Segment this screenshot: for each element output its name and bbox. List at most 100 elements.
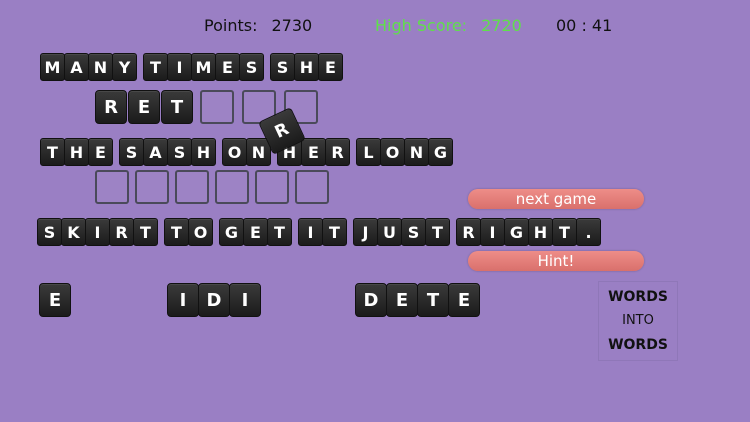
letter-tile: S: [119, 138, 144, 166]
letter-tile: S: [37, 218, 62, 246]
letter-tile: Y: [112, 53, 137, 81]
letter-tile: E: [318, 53, 343, 81]
letter-tile: G: [428, 138, 453, 166]
word: SKIRT: [37, 218, 158, 246]
pool-letter-tile[interactable]: E: [39, 283, 71, 317]
letter-tile: O: [222, 138, 247, 166]
letter-tile: O: [188, 218, 213, 246]
empty-letter-slot[interactable]: [95, 170, 129, 204]
letter-tile: N: [404, 138, 429, 166]
letter-tile: H: [191, 138, 216, 166]
word: GET: [219, 218, 292, 246]
timer: 00 : 41: [556, 16, 613, 35]
letter-tile: T: [133, 218, 158, 246]
points-display: Points: 2730: [204, 16, 312, 35]
placed-letter-tile[interactable]: E: [128, 90, 160, 124]
letter-tile: K: [61, 218, 86, 246]
pool-word[interactable]: E: [39, 283, 71, 317]
empty-letter-slot[interactable]: [255, 170, 289, 204]
letter-tile: G: [219, 218, 244, 246]
letter-tile: S: [167, 138, 192, 166]
word: IT: [298, 218, 347, 246]
letter-tile: .: [576, 218, 601, 246]
letter-tile: R: [109, 218, 134, 246]
letter-tile: M: [40, 53, 65, 81]
letter-tile: S: [239, 53, 264, 81]
letter-pool: EIDIDETE: [39, 283, 480, 317]
empty-letter-slot[interactable]: [200, 90, 234, 124]
letter-tile: H: [294, 53, 319, 81]
letter-tile: T: [143, 53, 168, 81]
letter-tile: U: [377, 218, 402, 246]
placed-letter-tile[interactable]: T: [161, 90, 193, 124]
letter-tile: R: [456, 218, 481, 246]
word: TO: [164, 218, 213, 246]
placed-letter-tile[interactable]: R: [95, 90, 127, 124]
word: MANY: [40, 53, 137, 81]
high-score-label: High Score:: [375, 16, 468, 35]
letter-tile: A: [64, 53, 89, 81]
letter-tile: L: [356, 138, 381, 166]
letter-tile: S: [401, 218, 426, 246]
word: ON: [222, 138, 271, 166]
letter-tile: E: [215, 53, 240, 81]
pool-word[interactable]: IDI: [167, 283, 261, 317]
pool-letter-tile[interactable]: E: [386, 283, 418, 317]
logo-line-3: WORDS: [608, 337, 668, 353]
letter-tile: T: [552, 218, 577, 246]
empty-letter-slot[interactable]: [175, 170, 209, 204]
letter-tile: O: [380, 138, 405, 166]
letter-tile: I: [480, 218, 505, 246]
letter-tile: G: [504, 218, 529, 246]
pool-letter-tile[interactable]: D: [355, 283, 387, 317]
word: TIMES: [143, 53, 264, 81]
pool-letter-tile[interactable]: I: [167, 283, 199, 317]
empty-letter-slot[interactable]: [135, 170, 169, 204]
letter-tile: T: [164, 218, 189, 246]
letter-tile: T: [322, 218, 347, 246]
empty-letter-slot[interactable]: [295, 170, 329, 204]
pool-letter-tile[interactable]: E: [448, 283, 480, 317]
letter-tile: A: [143, 138, 168, 166]
letter-tile: J: [353, 218, 378, 246]
letter-tile: T: [267, 218, 292, 246]
letter-tile: H: [528, 218, 553, 246]
letter-tile: E: [301, 138, 326, 166]
points-value: 2730: [271, 16, 313, 35]
pool-letter-tile[interactable]: T: [417, 283, 449, 317]
next-game-button[interactable]: next game: [468, 189, 644, 209]
sentence-line-3: SKIRTTOGETITJUSTRIGHT.: [37, 218, 601, 246]
letter-tile: M: [191, 53, 216, 81]
sentence-line-1: MANYTIMESSHE: [40, 53, 343, 81]
pool-word[interactable]: DETE: [355, 283, 480, 317]
points-label: Points:: [204, 16, 258, 35]
sentence-line-2: THESASHONHERLONG: [40, 138, 453, 166]
pool-letter-tile[interactable]: D: [198, 283, 230, 317]
letter-tile: T: [40, 138, 65, 166]
answer-line-2: [95, 170, 329, 204]
letter-tile: E: [88, 138, 113, 166]
high-score-display: High Score: 2720: [375, 16, 522, 35]
letter-tile: S: [270, 53, 295, 81]
letter-tile: I: [167, 53, 192, 81]
logo-line-1: WORDS: [608, 289, 668, 305]
pool-letter-tile[interactable]: I: [229, 283, 261, 317]
hint-button[interactable]: Hint!: [468, 251, 644, 271]
letter-tile: N: [88, 53, 113, 81]
letter-tile: R: [325, 138, 350, 166]
words-into-words-logo: WORDS INTO WORDS: [598, 281, 678, 361]
word: SASH: [119, 138, 216, 166]
word: THE: [40, 138, 113, 166]
word: JUST: [353, 218, 450, 246]
letter-tile: E: [243, 218, 268, 246]
letter-tile: T: [425, 218, 450, 246]
letter-tile: I: [85, 218, 110, 246]
logo-line-2: INTO: [622, 313, 654, 328]
word: SHE: [270, 53, 343, 81]
word: RIGHT.: [456, 218, 601, 246]
empty-letter-slot[interactable]: [215, 170, 249, 204]
word: LONG: [356, 138, 453, 166]
letter-tile: I: [298, 218, 323, 246]
letter-tile: H: [64, 138, 89, 166]
high-score-value: 2720: [481, 16, 522, 35]
